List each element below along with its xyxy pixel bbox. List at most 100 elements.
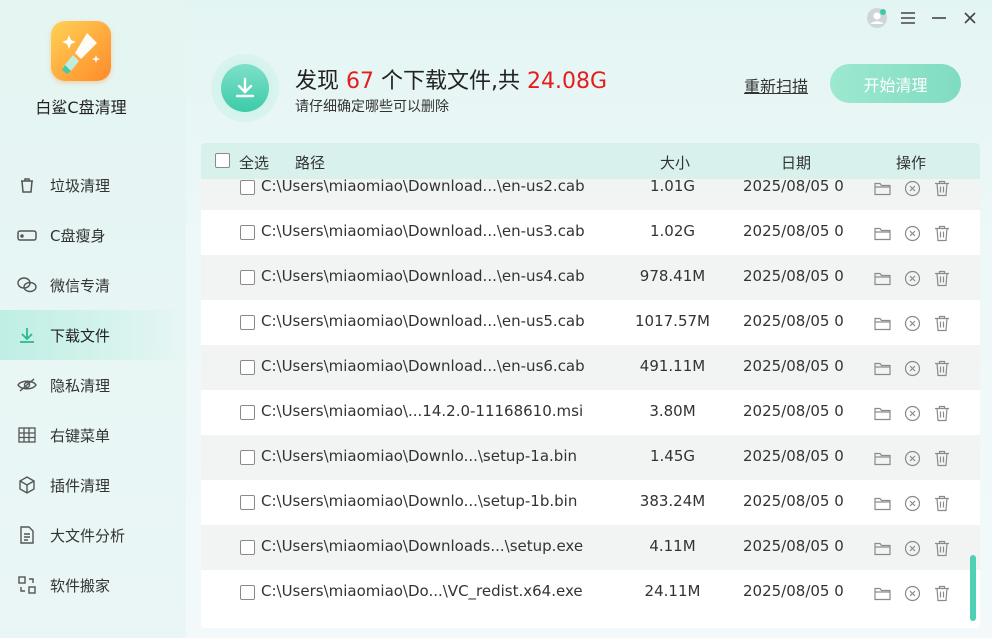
- grid-icon: [16, 424, 38, 446]
- sidebar-item-label: C盘瘦身: [50, 226, 106, 245]
- delete-icon[interactable]: [931, 179, 953, 199]
- download-summary-icon: [211, 54, 279, 122]
- sidebar-nav: 垃圾清理 C盘瘦身 微信专清 下载文件 隐私清理 右键菜单 插件清理 大文件分析…: [0, 160, 186, 610]
- row-size: 491.11M: [639, 357, 706, 375]
- delete-icon[interactable]: [931, 582, 953, 604]
- table-row: C:\Users\miaomiao\Download...\en-us6.cab…: [201, 345, 980, 390]
- open-folder-icon[interactable]: [871, 179, 893, 199]
- row-path: C:\Users\miaomiao\Downlo...\setup-1b.bin: [261, 492, 578, 510]
- row-checkbox[interactable]: [240, 450, 255, 469]
- menu-icon[interactable]: [896, 6, 920, 30]
- row-checkbox[interactable]: [240, 585, 255, 604]
- row-path: C:\Users\miaomiao\Do...\VC_redist.x64.ex…: [261, 582, 583, 600]
- table-row: C:\Users\miaomiao\Downlo...\setup-1a.bin…: [201, 435, 980, 480]
- row-actions: [871, 222, 961, 244]
- user-avatar-icon[interactable]: [865, 6, 889, 30]
- sidebar-item-move-software[interactable]: 软件搬家: [0, 560, 186, 610]
- row-path: C:\Users\miaomiao\...14.2.0-11168610.msi: [261, 402, 584, 420]
- row-size: 1.01G: [649, 179, 696, 195]
- sidebar-item-label: 插件清理: [50, 476, 111, 495]
- sidebar: 白鲨C盘清理 垃圾清理 C盘瘦身 微信专清 下载文件 隐私清理 右键菜单 插件清…: [0, 0, 186, 638]
- delete-icon[interactable]: [931, 492, 953, 514]
- sidebar-item-big-files[interactable]: 大文件分析: [0, 510, 186, 560]
- row-date: 2025/08/05 0: [743, 312, 844, 330]
- rescan-link[interactable]: 重新扫描: [744, 73, 808, 97]
- column-date[interactable]: 日期: [781, 152, 811, 173]
- column-ops: 操作: [896, 154, 927, 172]
- delete-icon[interactable]: [931, 402, 953, 424]
- file-icon: [16, 524, 38, 546]
- row-date: 2025/08/05 0: [743, 447, 844, 465]
- scrollbar-thumb[interactable]: [970, 555, 976, 621]
- open-folder-icon[interactable]: [871, 492, 893, 514]
- minimize-icon[interactable]: [927, 6, 951, 30]
- row-date: 2025/08/05 0: [743, 222, 844, 240]
- ignore-icon[interactable]: [901, 222, 923, 244]
- table-row: C:\Users\miaomiao\...14.2.0-11168610.msi…: [201, 390, 980, 435]
- window-controls: [858, 6, 982, 30]
- open-folder-icon[interactable]: [871, 222, 893, 244]
- row-path: C:\Users\miaomiao\Downlo...\setup-1a.bin: [261, 447, 577, 465]
- row-actions: [871, 447, 961, 469]
- open-folder-icon[interactable]: [871, 582, 893, 604]
- row-checkbox[interactable]: [240, 315, 255, 334]
- sidebar-item-plugins[interactable]: 插件清理: [0, 460, 186, 510]
- row-checkbox[interactable]: [240, 540, 255, 559]
- select-all-checkbox[interactable]: [215, 153, 230, 172]
- open-folder-icon[interactable]: [871, 357, 893, 379]
- sidebar-item-privacy[interactable]: 隐私清理: [0, 360, 186, 410]
- row-path: C:\Users\miaomiao\Download...\en-us6.cab: [261, 357, 585, 375]
- row-actions: [871, 582, 961, 604]
- sidebar-item-context-menu[interactable]: 右键菜单: [0, 410, 186, 460]
- open-folder-icon[interactable]: [871, 447, 893, 469]
- row-path: C:\Users\miaomiao\Download...\en-us5.cab: [261, 312, 585, 330]
- wechat-icon: [16, 274, 38, 296]
- row-size: 1017.57M: [635, 312, 710, 330]
- row-size: 1.02G: [649, 222, 696, 240]
- sidebar-item-c-slim[interactable]: C盘瘦身: [0, 210, 186, 260]
- sidebar-item-wechat[interactable]: 微信专清: [0, 260, 186, 310]
- cube-icon: [16, 474, 38, 496]
- row-date: 2025/08/05 0: [743, 402, 844, 420]
- column-size[interactable]: 大小: [660, 152, 690, 173]
- ignore-icon[interactable]: [901, 492, 923, 514]
- app-logo: [51, 21, 111, 81]
- delete-icon[interactable]: [931, 312, 953, 334]
- delete-icon[interactable]: [931, 447, 953, 469]
- table-row: C:\Users\miaomiao\Download...\en-us3.cab…: [201, 210, 980, 255]
- open-folder-icon[interactable]: [871, 402, 893, 424]
- ignore-icon[interactable]: [901, 267, 923, 289]
- sidebar-item-junk-clean[interactable]: 垃圾清理: [0, 160, 186, 210]
- row-checkbox[interactable]: [240, 495, 255, 514]
- sidebar-item-downloads[interactable]: 下载文件: [0, 310, 186, 360]
- delete-icon[interactable]: [931, 357, 953, 379]
- select-all-label: 全选: [239, 154, 270, 172]
- ignore-icon[interactable]: [901, 582, 923, 604]
- ignore-icon[interactable]: [901, 447, 923, 469]
- row-actions: [871, 492, 961, 514]
- delete-icon[interactable]: [931, 537, 953, 559]
- open-folder-icon[interactable]: [871, 537, 893, 559]
- row-actions: [871, 537, 961, 559]
- ignore-icon[interactable]: [901, 357, 923, 379]
- row-checkbox[interactable]: [240, 360, 255, 379]
- close-icon[interactable]: [958, 6, 982, 30]
- ignore-icon[interactable]: [901, 179, 923, 199]
- row-checkbox[interactable]: [240, 270, 255, 289]
- row-checkbox[interactable]: [240, 180, 255, 199]
- ignore-icon[interactable]: [901, 402, 923, 424]
- row-checkbox[interactable]: [240, 405, 255, 424]
- row-checkbox[interactable]: [240, 225, 255, 244]
- open-folder-icon[interactable]: [871, 312, 893, 334]
- row-size: 3.80M: [649, 402, 696, 420]
- ignore-icon[interactable]: [901, 312, 923, 334]
- table-row: C:\Users\miaomiao\Download...\en-us2.cab…: [201, 179, 980, 210]
- column-path: 路径: [295, 154, 326, 172]
- start-clean-button[interactable]: 开始清理: [830, 64, 961, 103]
- row-date: 2025/08/05 0: [743, 582, 844, 600]
- ignore-icon[interactable]: [901, 537, 923, 559]
- delete-icon[interactable]: [931, 267, 953, 289]
- app-window: 白鲨C盘清理 垃圾清理 C盘瘦身 微信专清 下载文件 隐私清理 右键菜单 插件清…: [0, 0, 992, 638]
- delete-icon[interactable]: [931, 222, 953, 244]
- open-folder-icon[interactable]: [871, 267, 893, 289]
